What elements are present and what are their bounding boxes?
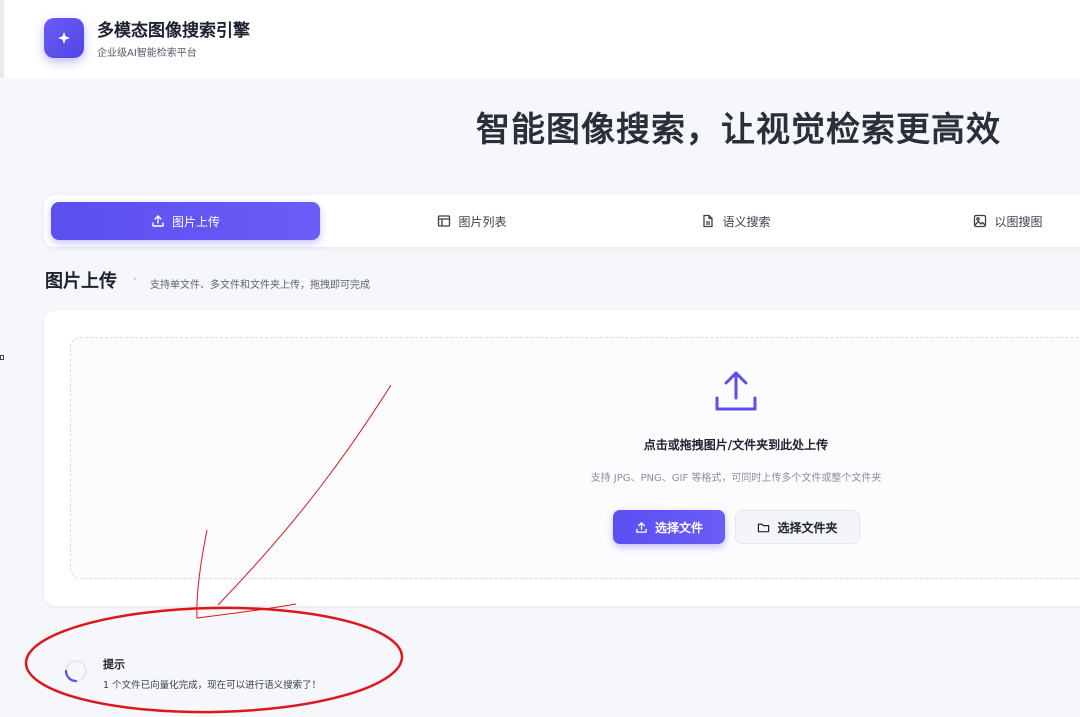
- upload-icon: [636, 521, 647, 533]
- tab-bar: 图片上传 图片列表 语义搜索 以图搜图: [44, 195, 1080, 247]
- select-file-button[interactable]: 选择文件: [613, 510, 725, 544]
- tab-image-search-label: 以图搜图: [994, 214, 1043, 229]
- drop-zone-hint: 支持 JPG、PNG、GIF 等格式，可同时上传多个文件或整个文件夹: [590, 473, 882, 484]
- document-icon: [703, 214, 714, 228]
- edge-marker: [0, 355, 4, 360]
- tab-upload[interactable]: 图片上传: [51, 202, 320, 240]
- section-separator: ·: [133, 272, 137, 286]
- hero-headline: 智能图像搜索，让视觉检索更高效: [476, 110, 1001, 150]
- app-title: 多模态图像搜索引擎: [97, 21, 250, 41]
- folder-icon: [758, 523, 770, 532]
- section-title: 图片上传: [45, 271, 117, 292]
- app-logo[interactable]: [44, 18, 84, 58]
- tab-image-search[interactable]: 以图搜图: [876, 202, 1080, 240]
- tab-image-list-label: 图片列表: [458, 214, 507, 229]
- select-file-label: 选择文件: [654, 520, 703, 535]
- table-icon: [438, 215, 451, 227]
- drop-zone[interactable]: [70, 337, 1080, 579]
- upload-icon: [152, 215, 164, 227]
- select-folder-label: 选择文件夹: [777, 520, 838, 535]
- tab-upload-label: 图片上传: [171, 214, 220, 229]
- toast-title: 提示: [103, 658, 125, 671]
- upload-cloud-icon: [715, 371, 757, 411]
- tab-image-list[interactable]: 图片列表: [340, 202, 604, 240]
- section-description: 支持单文件、多文件和文件夹上传，拖拽即可完成: [150, 280, 370, 291]
- tab-semantic-search[interactable]: 语义搜索: [604, 202, 868, 240]
- toast-message: 1 个文件已向量化完成，现在可以进行语义搜索了！: [103, 680, 322, 691]
- sparkle-icon: [58, 32, 70, 44]
- tab-semantic-search-label: 语义搜索: [722, 214, 771, 229]
- image-icon: [974, 214, 987, 228]
- loading-spinner-icon: [64, 660, 87, 683]
- drop-zone-title: 点击或拖拽图片/文件夹到此处上传: [643, 438, 829, 452]
- app-subtitle: 企业级AI智能检索平台: [97, 48, 197, 59]
- select-folder-button[interactable]: 选择文件夹: [735, 510, 860, 544]
